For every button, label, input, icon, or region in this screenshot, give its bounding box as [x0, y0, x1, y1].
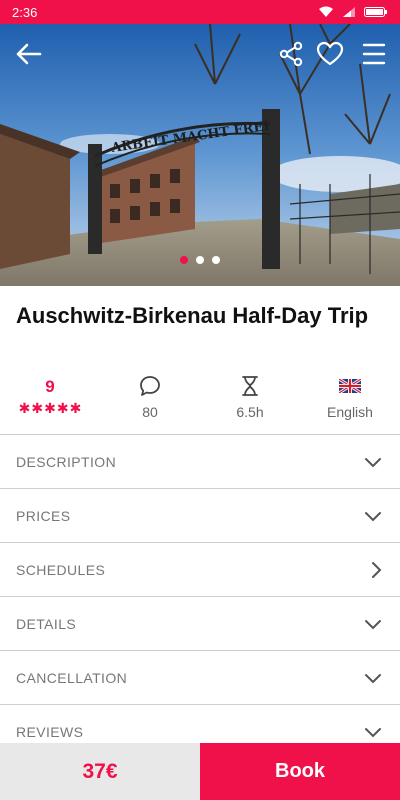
share-button[interactable] — [275, 38, 307, 70]
heart-icon — [316, 41, 344, 66]
section-details[interactable]: DETAILS — [0, 596, 400, 650]
reviews-count: 80 — [142, 404, 158, 420]
section-label: DETAILS — [16, 615, 77, 632]
rating-stat[interactable]: 9 ✱ ✱ ✱ ✱ ✱ — [0, 374, 100, 426]
star-icon: ✱ — [31, 400, 44, 416]
chevron-down-icon — [365, 457, 381, 467]
signal-icon — [342, 6, 356, 18]
uk-flag-icon — [339, 374, 361, 398]
section-description[interactable]: DESCRIPTION — [0, 434, 400, 488]
reviews-stat[interactable]: 80 — [100, 374, 200, 426]
share-icon — [279, 41, 303, 67]
chevron-down-icon — [365, 619, 381, 629]
section-cancellation[interactable]: CANCELLATION — [0, 650, 400, 704]
wifi-icon — [318, 6, 334, 18]
section-prices[interactable]: PRICES — [0, 488, 400, 542]
list-icon — [362, 43, 386, 65]
chevron-down-icon — [365, 727, 381, 737]
more-button[interactable] — [358, 38, 390, 70]
language-stat: English — [300, 374, 400, 426]
details-sections: DESCRIPTION PRICES SCHEDULES DETAILS CAN… — [0, 434, 400, 758]
star-icon: ✱ — [56, 400, 69, 416]
carousel-dot[interactable] — [212, 256, 220, 264]
arrow-left-icon — [16, 43, 42, 65]
battery-icon — [364, 6, 388, 18]
back-button[interactable] — [12, 38, 44, 70]
hero-image[interactable]: ARBEIT MACHT FREI — [0, 24, 400, 286]
section-label: SCHEDULES — [16, 561, 106, 578]
section-label: CANCELLATION — [16, 669, 128, 686]
duration-stat: 6.5h — [200, 374, 300, 426]
section-schedules[interactable]: SCHEDULES — [0, 542, 400, 596]
chevron-down-icon — [365, 511, 381, 521]
chevron-down-icon — [365, 673, 381, 683]
booking-bar: 37€ Book — [0, 743, 400, 800]
price-value: 37€ — [82, 759, 118, 783]
section-label: REVIEWS — [16, 723, 84, 740]
section-label: PRICES — [16, 507, 71, 524]
tour-title: Auschwitz-Birkenau Half-Day Trip — [16, 303, 369, 328]
status-time: 2:36 — [12, 4, 38, 20]
price-box: 37€ — [0, 743, 200, 800]
status-bar: 2:36 — [0, 0, 400, 24]
star-icon: ✱ — [44, 400, 56, 416]
tour-stats: 9 ✱ ✱ ✱ ✱ ✱ 80 6.5h English — [0, 374, 400, 426]
carousel-dot[interactable] — [196, 256, 204, 264]
carousel-indicator — [0, 256, 400, 264]
rating-score: 9 — [45, 377, 55, 396]
comment-icon — [139, 374, 161, 398]
carousel-dot-active[interactable] — [180, 256, 188, 264]
rating-stars: ✱ ✱ ✱ ✱ ✱ — [19, 400, 82, 416]
status-icons — [318, 6, 388, 18]
favorite-button[interactable] — [314, 38, 346, 70]
star-icon: ✱ — [18, 400, 31, 416]
book-button[interactable]: Book — [200, 743, 400, 800]
hourglass-icon — [240, 374, 260, 398]
duration-value: 6.5h — [236, 404, 264, 420]
section-label: DESCRIPTION — [16, 453, 117, 470]
language-value: English — [327, 404, 373, 420]
chevron-right-icon — [372, 561, 382, 578]
star-icon: ✱ — [69, 400, 82, 416]
